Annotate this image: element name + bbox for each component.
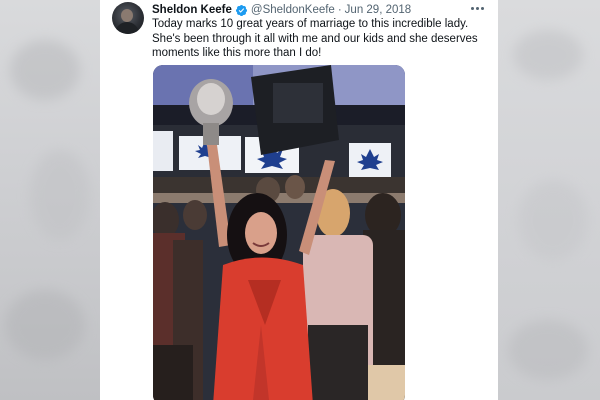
more-options-icon[interactable] bbox=[468, 1, 486, 15]
separator-dot: · bbox=[337, 4, 342, 16]
tweet-date[interactable]: Jun 29, 2018 bbox=[345, 2, 412, 18]
verified-badge-icon bbox=[235, 4, 248, 17]
author-avatar[interactable] bbox=[112, 2, 144, 34]
blurred-background-left bbox=[0, 0, 100, 400]
tweet-text: Today marks 10 great years of marriage t… bbox=[152, 18, 478, 59]
tweet-card[interactable]: Sheldon Keefe @SheldonKeefe · Jun 29, 20… bbox=[100, 0, 498, 400]
author-name[interactable]: Sheldon Keefe bbox=[152, 2, 232, 18]
blurred-background-right bbox=[498, 0, 600, 400]
tweet-photo[interactable] bbox=[153, 65, 405, 400]
author-handle[interactable]: @SheldonKeefe bbox=[251, 2, 335, 18]
tweet-header: Sheldon Keefe @SheldonKeefe · Jun 29, 20… bbox=[152, 2, 411, 18]
